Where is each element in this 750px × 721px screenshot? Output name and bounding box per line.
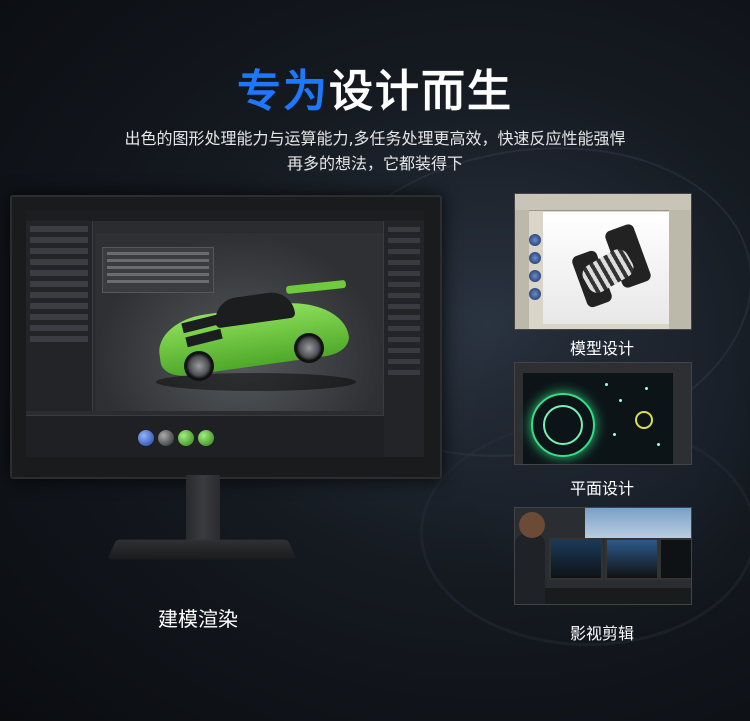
cad-right-toolbar: [669, 210, 691, 329]
graphic-left-toolbar: [515, 373, 523, 464]
monitor-screen: [26, 211, 424, 457]
caption-video-editing: 影视剪辑: [569, 624, 634, 643]
graphic-dot: [619, 399, 622, 402]
cad-toolbar: [515, 194, 691, 211]
cad-viewport: [543, 212, 669, 324]
title-highlight: 专为: [237, 66, 329, 117]
subtitle-line-2: 再多的想法，它都装得下: [286, 154, 463, 173]
title-rest: 设计而生: [329, 66, 513, 117]
caption-graphic-design: 平面设计: [569, 479, 634, 498]
material-sphere: [178, 430, 194, 446]
material-sphere: [158, 430, 174, 446]
editor-left-panel: [26, 221, 93, 411]
car-spoiler: [285, 279, 347, 295]
thumbnail-video-editing: [514, 507, 692, 605]
monitor-caption: 建模渲染: [158, 607, 238, 631]
editor-content-browser: [26, 415, 384, 457]
graphic-dot: [605, 383, 608, 386]
graphic-dot: [613, 433, 616, 436]
video-projection-wall: [585, 508, 691, 538]
material-swatch: [529, 270, 541, 282]
car-wheel: [184, 351, 214, 381]
material-swatch: [529, 288, 541, 300]
car-wheel: [294, 333, 324, 363]
monitor: [10, 195, 442, 479]
video-monitor: [605, 538, 659, 580]
video-editor-head: [519, 512, 545, 538]
graphic-ring: [635, 411, 653, 429]
subtitle-line-1: 出色的图形处理能力与运算能力,多任务处理更高效，快速反应性能强悍: [124, 129, 626, 148]
editor-floating-panel: [102, 247, 214, 293]
video-editor-person: [515, 534, 545, 604]
caption-model-design: 模型设计: [569, 339, 634, 358]
video-monitor: [659, 538, 691, 580]
graphic-dot: [645, 387, 648, 390]
material-sphere: [138, 430, 154, 446]
editor-viewport: [96, 233, 384, 411]
material-swatch: [529, 252, 541, 264]
page-title: 专为设计而生: [0, 55, 750, 119]
thumbnail-model-design: [514, 193, 692, 330]
graphic-toolbar: [515, 363, 691, 373]
cad-left-toolbar: [515, 210, 529, 329]
thumbnail-graphic-design: [514, 362, 692, 465]
graphic-right-panel: [673, 373, 691, 464]
video-monitor: [549, 538, 603, 580]
editor-toolbar: [26, 211, 424, 221]
graphic-ring: [543, 405, 583, 445]
material-sphere: [198, 430, 214, 446]
monitor-stand-base: [107, 539, 297, 560]
editor-right-panel: [383, 221, 424, 457]
graphic-dot: [657, 443, 660, 446]
monitor-stand-neck: [186, 475, 220, 540]
material-swatch: [529, 234, 541, 246]
